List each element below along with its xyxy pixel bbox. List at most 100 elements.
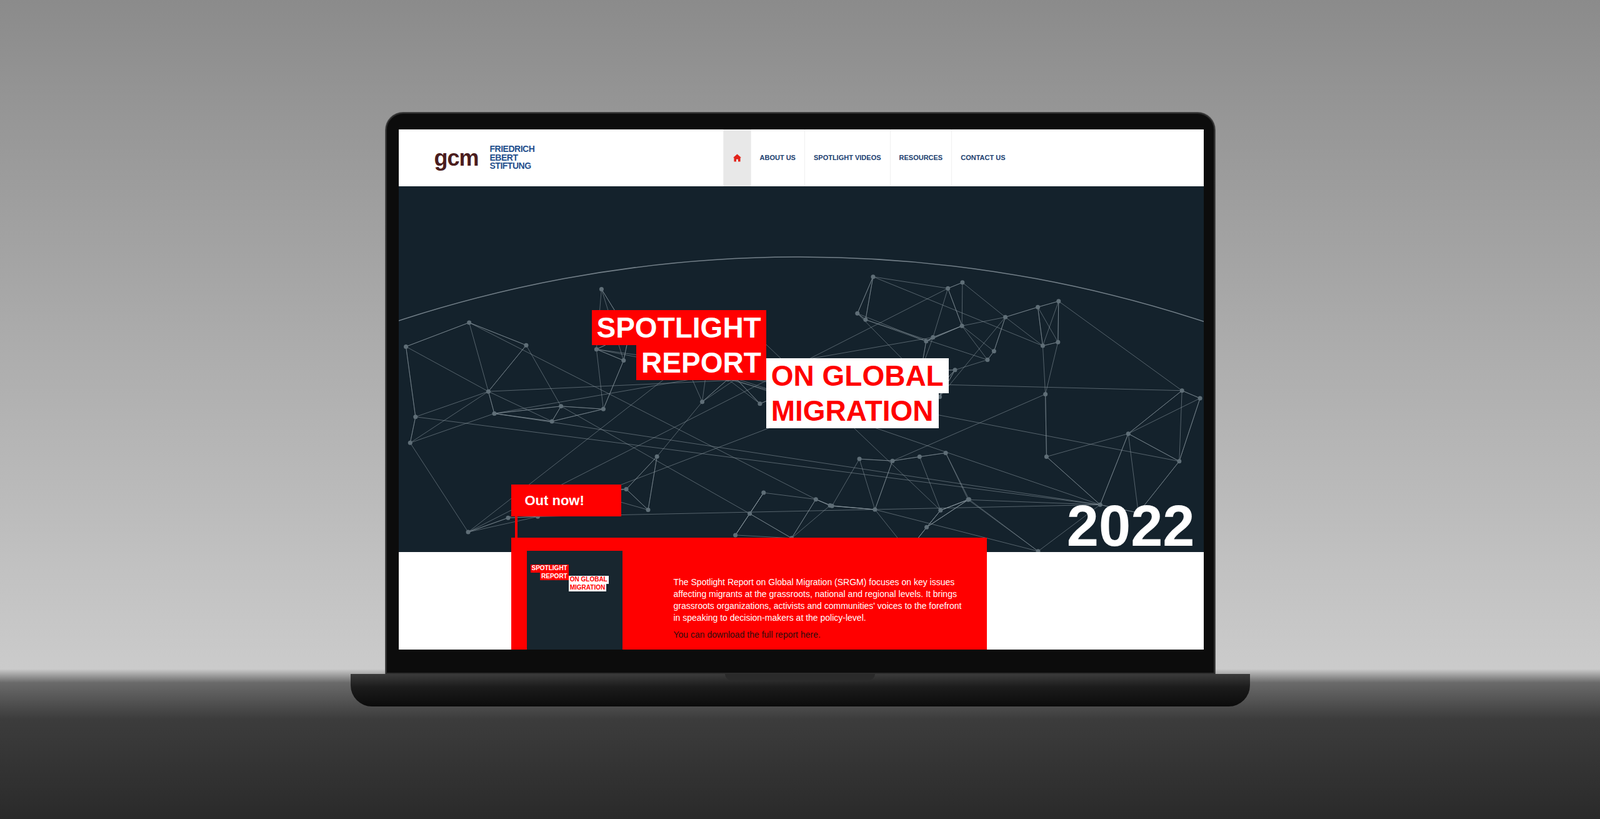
network-line <box>1005 316 1043 346</box>
home-icon <box>732 153 742 163</box>
network-line <box>856 313 926 342</box>
main-nav: ABOUT USSPOTLIGHT VIDEOSRESOURCESCONTACT… <box>723 129 1015 187</box>
network-line <box>926 499 968 527</box>
network-line <box>1128 390 1182 434</box>
network-node <box>549 418 554 424</box>
laptop-lid: gcmFRIEDRICHEBERTSTIFTUNGABOUT USSPOTLIG… <box>385 112 1215 674</box>
network-line <box>1128 433 1180 462</box>
network-node <box>505 515 510 520</box>
network-node <box>413 414 418 419</box>
network-node <box>598 286 604 292</box>
network-node <box>930 335 935 340</box>
network-line <box>1005 306 1038 317</box>
nav-item[interactable]: RESOURCES <box>890 129 952 187</box>
network-line <box>932 325 962 337</box>
base-notch <box>725 673 875 680</box>
network-node <box>1197 396 1202 401</box>
network-line <box>1042 341 1058 346</box>
network-line <box>493 406 561 414</box>
network-line <box>410 416 416 444</box>
network-line <box>1181 390 1200 399</box>
network-node <box>407 440 412 445</box>
network-line <box>872 276 948 289</box>
network-line <box>1128 390 1182 434</box>
out-now-badge: Out now! <box>511 484 622 517</box>
badge-stem <box>515 516 518 538</box>
network-line <box>405 322 469 347</box>
network-line <box>865 276 873 320</box>
globe-outline <box>398 256 1204 552</box>
network-node <box>945 286 950 291</box>
network-line <box>468 363 685 533</box>
network-line <box>1045 393 1047 457</box>
network-line <box>468 517 509 532</box>
network-line <box>1045 393 1047 457</box>
network-node <box>654 454 659 459</box>
network-node <box>960 280 965 285</box>
network-line <box>926 510 940 527</box>
gcm-logo[interactable]: gcm <box>434 146 479 170</box>
network-node <box>491 411 497 416</box>
network-line <box>488 391 552 422</box>
network-node <box>757 401 762 406</box>
network-line <box>1178 390 1182 462</box>
network-node <box>1179 388 1184 393</box>
report-cover[interactable]: SPOTLIGHTREPORTON GLOBALMIGRATION <box>526 550 623 650</box>
network-node <box>938 508 943 513</box>
network-node <box>523 343 529 348</box>
network-node <box>1003 315 1008 320</box>
network-line <box>735 492 764 535</box>
network-line <box>560 406 604 409</box>
network-line <box>1058 301 1182 391</box>
network-line <box>551 406 561 422</box>
network-node <box>1043 391 1048 397</box>
network-line <box>656 401 702 457</box>
network-line <box>993 316 1005 352</box>
title-line: REPORT <box>636 345 767 380</box>
network-node <box>700 399 705 404</box>
network-line <box>919 456 940 511</box>
laptop-base <box>350 673 1250 707</box>
cover-title-line: REPORT <box>540 572 569 581</box>
network-node <box>855 311 860 316</box>
network-line <box>1057 301 1059 343</box>
nav-item[interactable]: ABOUT US <box>750 129 805 187</box>
network-node <box>952 367 957 372</box>
download-link[interactable]: You can download the full report here. <box>673 628 969 641</box>
network-node <box>623 486 629 492</box>
network-line <box>405 346 415 417</box>
network-node <box>863 317 868 322</box>
fes-logo[interactable]: FRIEDRICHEBERTSTIFTUNG <box>490 145 535 171</box>
network-node <box>923 338 929 344</box>
cover-title-line: ON GLOBAL <box>568 575 609 584</box>
network-line <box>1057 301 1059 343</box>
network-node <box>991 348 996 354</box>
network-line <box>763 492 816 500</box>
network-node <box>593 346 599 352</box>
site-header: gcm FRIEDRICHEBERTSTIFTUNG ABOUT USSPOTLIG… <box>398 129 1204 187</box>
network-line <box>701 379 728 402</box>
network-line <box>856 276 873 314</box>
network-line <box>954 360 987 370</box>
fes-logo-line: STIFTUNG <box>490 161 535 171</box>
cover-title-white: ON GLOBALMIGRATION <box>568 575 609 650</box>
network-line <box>560 406 604 409</box>
network-line <box>507 516 537 518</box>
network-node <box>1040 343 1045 349</box>
network-node <box>870 274 875 279</box>
title-white-block: ON GLOBALMIGRATION <box>766 358 949 429</box>
home-nav-item[interactable] <box>723 129 751 187</box>
network-line <box>791 505 830 539</box>
network-line <box>856 276 873 314</box>
nav-item[interactable]: SPOTLIGHT VIDEOS <box>804 129 890 187</box>
network-line <box>468 322 816 500</box>
nav-item[interactable]: CONTACT US <box>951 129 1014 187</box>
network-line <box>791 499 816 539</box>
network-line <box>993 316 1005 352</box>
network-line <box>874 460 892 510</box>
network-line <box>1046 433 1129 457</box>
network-line <box>735 492 764 535</box>
network-node <box>856 456 862 462</box>
network-line <box>961 282 1005 317</box>
network-line <box>410 416 416 444</box>
